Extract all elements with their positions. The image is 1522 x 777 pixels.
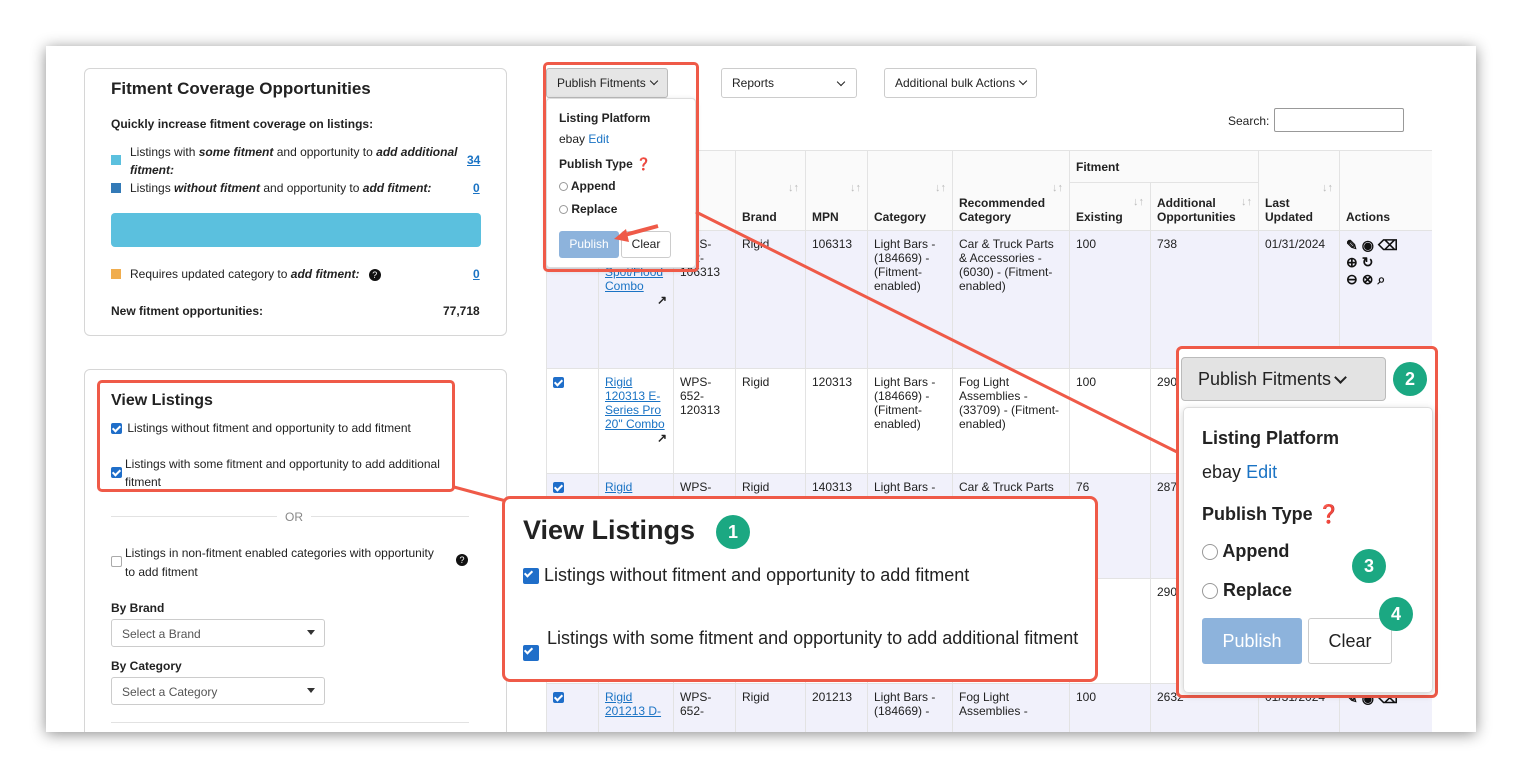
highlight-box xyxy=(97,380,455,492)
callout-clear-button: Clear xyxy=(1308,618,1392,664)
step-badge-4: 4 xyxy=(1379,597,1413,631)
callout-append: Append xyxy=(1202,541,1289,562)
step-badge-1: 1 xyxy=(716,515,750,549)
callout-publish-fitments-button: Publish Fitments xyxy=(1181,357,1386,401)
callout-type-label: Publish Type ❓ xyxy=(1202,504,1341,524)
step-badge-3: 3 xyxy=(1352,549,1386,583)
connector-line xyxy=(695,210,1182,456)
app-frame: Fitment Coverage Opportunities Quickly i… xyxy=(46,46,1476,732)
callout-platform: ebay Edit xyxy=(1202,462,1278,482)
step-badge-2: 2 xyxy=(1393,362,1427,396)
arrow-head xyxy=(614,229,629,242)
callout-dropdown: Listing Platform ebay Edit Publish Type … xyxy=(1183,407,1433,693)
connector-line xyxy=(453,485,507,503)
callout-opt2: Listings with some fitment and opportuni… xyxy=(523,623,1083,661)
callout-opt1: Listings without fitment and opportunity… xyxy=(523,565,969,586)
callout-publish: Publish Fitments 2 Listing Platform ebay… xyxy=(1176,346,1438,698)
chevron-down-icon xyxy=(1334,371,1347,384)
callout-platform-label: Listing Platform xyxy=(1202,428,1340,448)
callout-title: View Listings xyxy=(523,515,696,545)
help-icon: ❓ xyxy=(1317,504,1341,524)
callout-view-listings: View Listings 1 Listings without fitment… xyxy=(502,496,1098,682)
callout-replace: Replace xyxy=(1202,580,1292,601)
callout-publish-button: Publish xyxy=(1202,618,1302,664)
